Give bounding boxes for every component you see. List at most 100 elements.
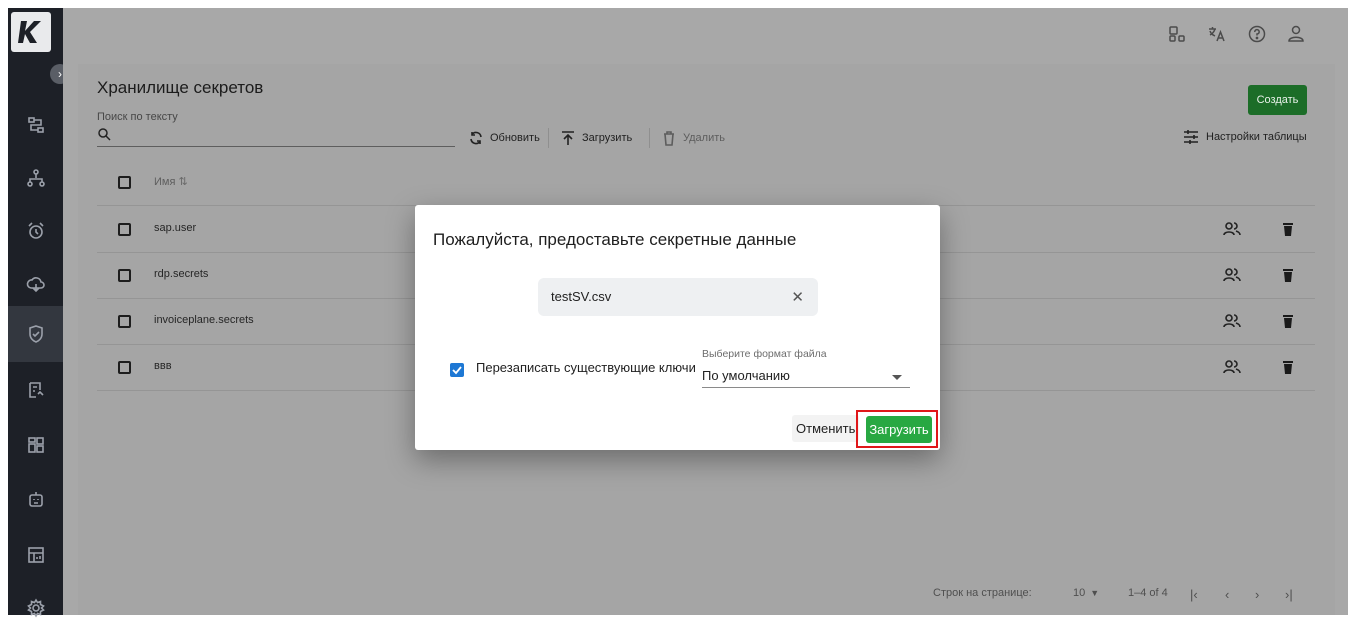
file-format-select[interactable]: По умолчанию	[702, 366, 910, 388]
row-checkbox[interactable]	[118, 269, 131, 282]
page-title: Хранилище секретов	[97, 78, 264, 97]
people-icon	[1223, 268, 1241, 282]
search-icon	[98, 128, 111, 141]
sidebar-item-list[interactable]	[8, 365, 63, 415]
first-page-button[interactable]: |‹	[1190, 587, 1198, 602]
sidebar-item-settings[interactable]	[8, 583, 63, 633]
translate-icon	[1209, 27, 1225, 42]
secret-name: ввв	[154, 360, 172, 372]
delete-row-button[interactable]	[1279, 312, 1297, 330]
row-checkbox[interactable]	[118, 223, 131, 236]
app-frame: › Хранилище секретов Поиск по тексту Обн…	[0, 0, 1348, 618]
upload-confirm-button[interactable]: Загрузить	[866, 416, 932, 443]
shield-icon	[28, 325, 43, 343]
sliders-icon	[1184, 130, 1198, 144]
file-format-value: По умолчанию	[702, 368, 790, 383]
overwrite-keys-checkbox[interactable]	[450, 363, 464, 377]
next-page-button[interactable]: ›	[1255, 587, 1259, 602]
file-name: testSV.csv	[551, 289, 612, 304]
trash-icon	[1283, 315, 1293, 328]
select-all-checkbox[interactable]	[118, 176, 131, 189]
sort-icon: ⇅	[178, 176, 188, 188]
table-settings-label: Настройки таблицы	[1206, 131, 1307, 143]
row-checkbox[interactable]	[118, 315, 131, 328]
rows-per-page-value: 10	[1073, 587, 1086, 599]
trash-icon	[1283, 223, 1293, 236]
language-button[interactable]	[1207, 24, 1227, 44]
dialog-title: Пожалуйста, предоставьте секретные данны…	[433, 230, 797, 249]
delete-row-button[interactable]	[1279, 266, 1297, 284]
sidebar-item-schedule[interactable]	[8, 206, 63, 256]
refresh-icon	[470, 131, 482, 145]
delete-row-button[interactable]	[1279, 220, 1297, 238]
trash-icon	[1283, 361, 1293, 374]
sidebar-item-grid[interactable]	[8, 420, 63, 470]
secret-name: invoiceplane.secrets	[154, 314, 254, 326]
rows-per-page: Строк на странице:	[933, 587, 1032, 599]
close-icon[interactable]: ✕	[791, 288, 804, 306]
permissions-button[interactable]	[1223, 312, 1241, 330]
sidebar-item-flows[interactable]	[8, 100, 63, 150]
upload-icon	[562, 131, 574, 145]
trash-icon	[1283, 269, 1293, 282]
table-header-row: Имя ⇅	[97, 160, 1315, 206]
sidebar-item-secrets[interactable]	[8, 306, 63, 362]
caret-down-icon	[892, 375, 902, 380]
logo-k-icon	[18, 21, 41, 43]
profile-button[interactable]	[1286, 24, 1306, 44]
list-icon	[28, 382, 44, 398]
row-checkbox[interactable]	[118, 361, 131, 374]
create-button[interactable]: Создать	[1248, 85, 1307, 115]
sidebar-item-cloud[interactable]	[8, 259, 63, 309]
pager-range: 1–4 of 4	[1128, 587, 1168, 599]
delete-row-button[interactable]	[1279, 358, 1297, 376]
people-icon	[1223, 222, 1241, 236]
prev-page-button[interactable]: ‹	[1225, 587, 1229, 602]
sidebar-item-hierarchy[interactable]	[8, 153, 63, 203]
cancel-button[interactable]: Отменить	[792, 415, 860, 442]
grid-icon	[27, 437, 44, 453]
apps-button[interactable]	[1167, 24, 1187, 44]
app-logo[interactable]	[11, 12, 51, 52]
toolbar-divider	[649, 128, 650, 148]
delete-button[interactable]: Удалить	[661, 128, 725, 148]
top-header	[63, 8, 1348, 60]
user-icon	[1288, 25, 1304, 42]
trash-icon	[664, 131, 674, 146]
search-input[interactable]	[97, 146, 455, 147]
last-page-button[interactable]: ›|	[1285, 587, 1293, 602]
upload-label: Загрузить	[582, 132, 633, 144]
caret-down-icon: ▼	[1090, 588, 1100, 598]
table-settings-button[interactable]: Настройки таблицы	[1182, 128, 1307, 146]
overwrite-keys-label: Перезаписать существующие ключи	[476, 360, 696, 375]
secret-name: rdp.secrets	[154, 268, 209, 280]
permissions-button[interactable]	[1223, 266, 1241, 284]
flow-icon	[27, 117, 44, 133]
rows-per-page-label: Строк на странице:	[933, 587, 1032, 599]
dashboard-icon	[27, 547, 44, 563]
selected-file-chip: testSV.csv ✕	[538, 278, 818, 316]
secret-name: sap.user	[154, 222, 197, 234]
upload-button[interactable]: Загрузить	[560, 128, 632, 148]
sidebar-item-robots[interactable]	[8, 475, 63, 525]
rows-per-page-select[interactable]: 10 ▼	[1073, 587, 1099, 599]
toolbar-divider	[548, 128, 549, 148]
top-strip	[0, 0, 1348, 8]
sidebar-item-dashboard[interactable]	[8, 530, 63, 580]
help-icon	[1248, 25, 1266, 43]
robot-icon	[28, 492, 43, 507]
cloud-icon	[26, 277, 45, 293]
sidebar: ›	[8, 8, 70, 618]
name-column-header[interactable]: Имя ⇅	[154, 175, 188, 188]
permissions-button[interactable]	[1223, 358, 1241, 376]
help-button[interactable]	[1247, 24, 1267, 44]
delete-label: Удалить	[683, 132, 725, 144]
refresh-button[interactable]: Обновить	[468, 128, 540, 148]
refresh-label: Обновить	[490, 132, 540, 144]
settings-icon	[26, 598, 45, 618]
hierarchy-icon	[26, 169, 45, 187]
search-label: Поиск по тексту	[97, 111, 178, 123]
checkmark-icon	[452, 366, 462, 375]
permissions-button[interactable]	[1223, 220, 1241, 238]
upload-secrets-dialog: Пожалуйста, предоставьте секретные данны…	[415, 205, 940, 450]
